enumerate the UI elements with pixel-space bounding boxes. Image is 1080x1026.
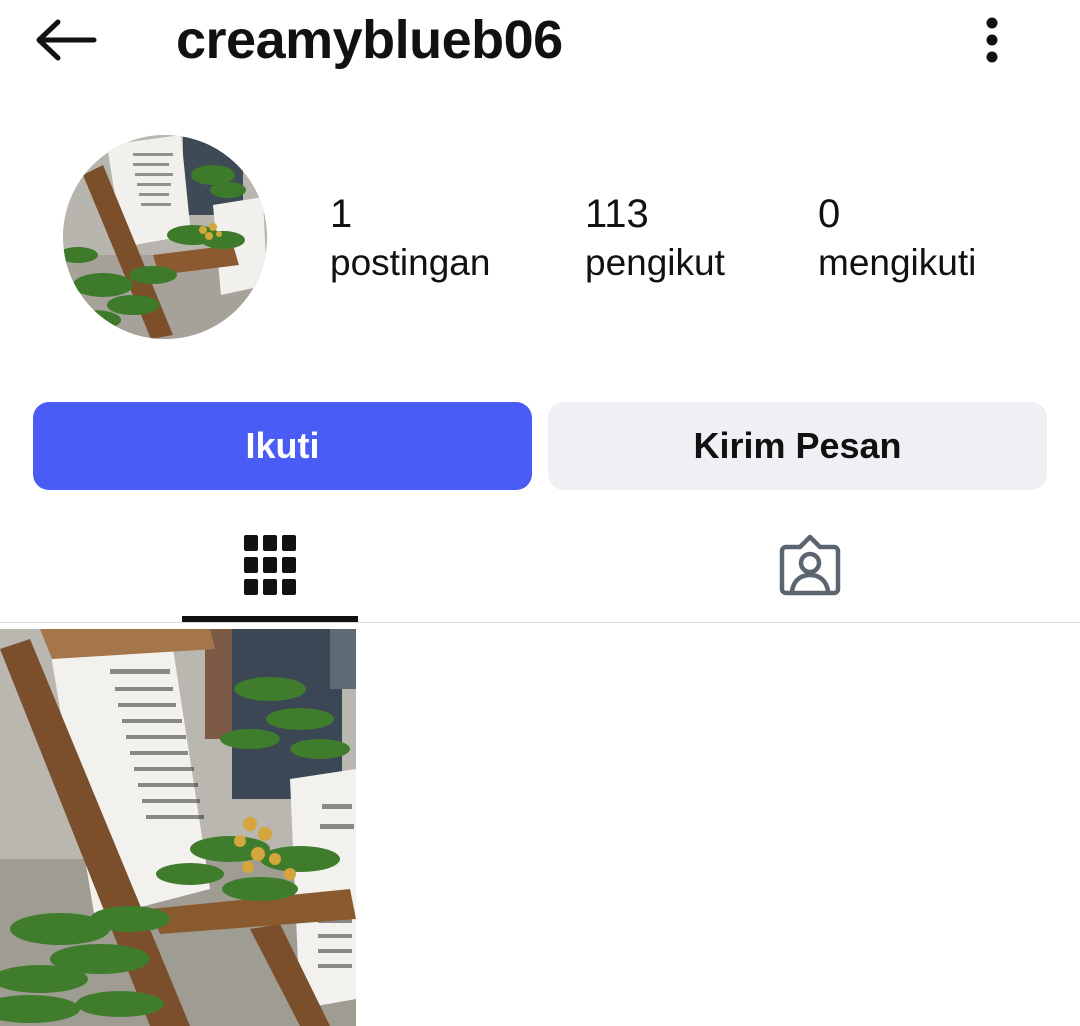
arrow-left-icon [36, 19, 97, 61]
stat-posts[interactable]: 1 postingan [330, 190, 490, 288]
more-options-button[interactable] [966, 10, 1018, 70]
tab-tagged[interactable] [720, 510, 900, 620]
back-button[interactable] [30, 12, 102, 68]
post-thumbnail[interactable] [0, 629, 356, 1026]
follow-button[interactable]: Ikuti [33, 402, 532, 490]
stat-following[interactable]: 0 mengikuti [818, 190, 976, 288]
stat-posts-count: 1 [330, 192, 353, 236]
stat-following-count: 0 [818, 192, 841, 236]
send-message-button[interactable]: Kirim Pesan [548, 402, 1047, 490]
profile-avatar[interactable] [63, 135, 267, 339]
kebab-vertical-icon [986, 17, 998, 63]
stat-followers[interactable]: 113 pengikut [585, 190, 725, 288]
tabs-divider [0, 622, 1080, 623]
tagged-person-icon [779, 534, 841, 596]
grid-icon [244, 535, 296, 595]
profile-username: creamyblueb06 [176, 10, 563, 70]
tab-posts-grid[interactable] [182, 510, 358, 620]
stat-followers-count: 113 [585, 192, 649, 236]
stat-followers-label: pengikut [585, 242, 725, 283]
avatar-photo [63, 135, 267, 339]
stat-posts-label: postingan [330, 242, 491, 283]
post-photo [0, 629, 356, 1026]
stat-following-label: mengikuti [818, 242, 977, 283]
